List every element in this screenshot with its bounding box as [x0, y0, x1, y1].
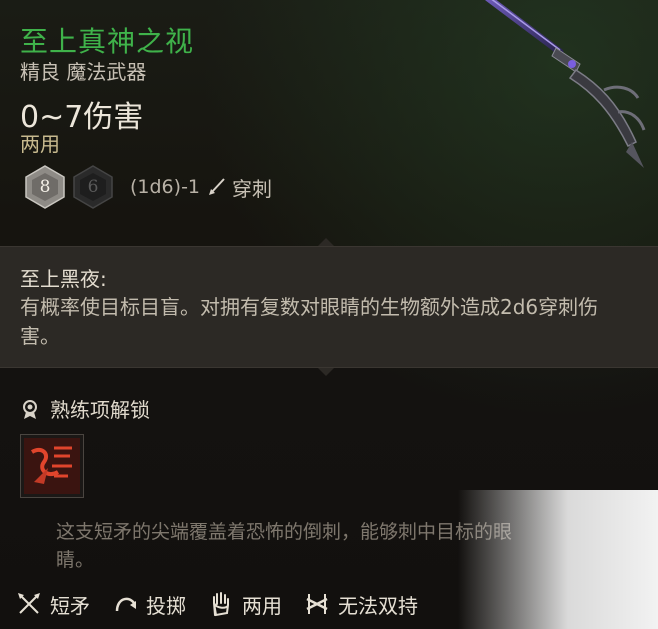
item-name: 至上真神之视: [20, 25, 195, 58]
handedness: 两用: [20, 132, 60, 156]
throw-arc-icon: [115, 597, 136, 612]
pierce-icon: [209, 178, 225, 195]
proficiency-skill-icon[interactable]: [20, 434, 84, 498]
item-tooltip: 至上真神之视 精良 魔法武器 0~7伤害 两用 8 6 (1d6)-1 穿刺 至…: [0, 0, 658, 629]
dice-formula: (1d6)-1: [130, 176, 201, 198]
passive-title: 至上黑夜:: [20, 267, 107, 291]
property-thrown[interactable]: 投掷: [112, 590, 186, 619]
item-rarity-type: 精良 魔法武器: [20, 60, 147, 84]
proficiency-header: 熟练项解锁: [18, 394, 150, 423]
edge-fade: [458, 490, 658, 629]
d8-die-icon: 8: [22, 164, 68, 210]
property-spear[interactable]: 短矛: [16, 590, 90, 619]
spear-artwork-icon: [485, 0, 646, 168]
flavor-text: 这支短矛的尖端覆盖着恐怖的倒刺，能够刺中目标的眼睛。: [56, 521, 513, 571]
property-label: 无法双持: [338, 593, 418, 618]
dice-row: 8 6 (1d6)-1 穿刺: [22, 162, 272, 212]
passive-notch-top: [318, 238, 334, 246]
property-label: 投掷: [146, 593, 186, 618]
property-label: 两用: [242, 593, 282, 618]
d8-die-value: 8: [39, 177, 51, 197]
weapon-properties: 短矛 投掷 两用 无法双持: [16, 586, 440, 622]
passive-description: 有概率使目标目盲。对拥有复数对眼睛的生物额外造成2d6穿刺伤害。: [20, 295, 599, 348]
medal-icon: [23, 399, 37, 419]
crossed-spears-icon: [18, 593, 40, 614]
passive-notch-bottom: [318, 368, 334, 376]
d6-die-icon: 6: [70, 164, 116, 210]
passive-box: 至上黑夜: 有概率使目标目盲。对拥有复数对眼睛的生物额外造成2d6穿刺伤害。: [0, 246, 658, 368]
property-no-dual-wield[interactable]: 无法双持: [304, 590, 418, 619]
property-versatile[interactable]: 两用: [208, 590, 282, 619]
proficiency-label: 熟练项解锁: [50, 398, 150, 422]
no-dual-wield-icon: [306, 594, 328, 614]
d6-die-value: 6: [87, 177, 99, 197]
damage-type-label: 穿刺: [232, 176, 273, 201]
property-label: 短矛: [50, 593, 90, 618]
hand-icon: [213, 592, 229, 617]
